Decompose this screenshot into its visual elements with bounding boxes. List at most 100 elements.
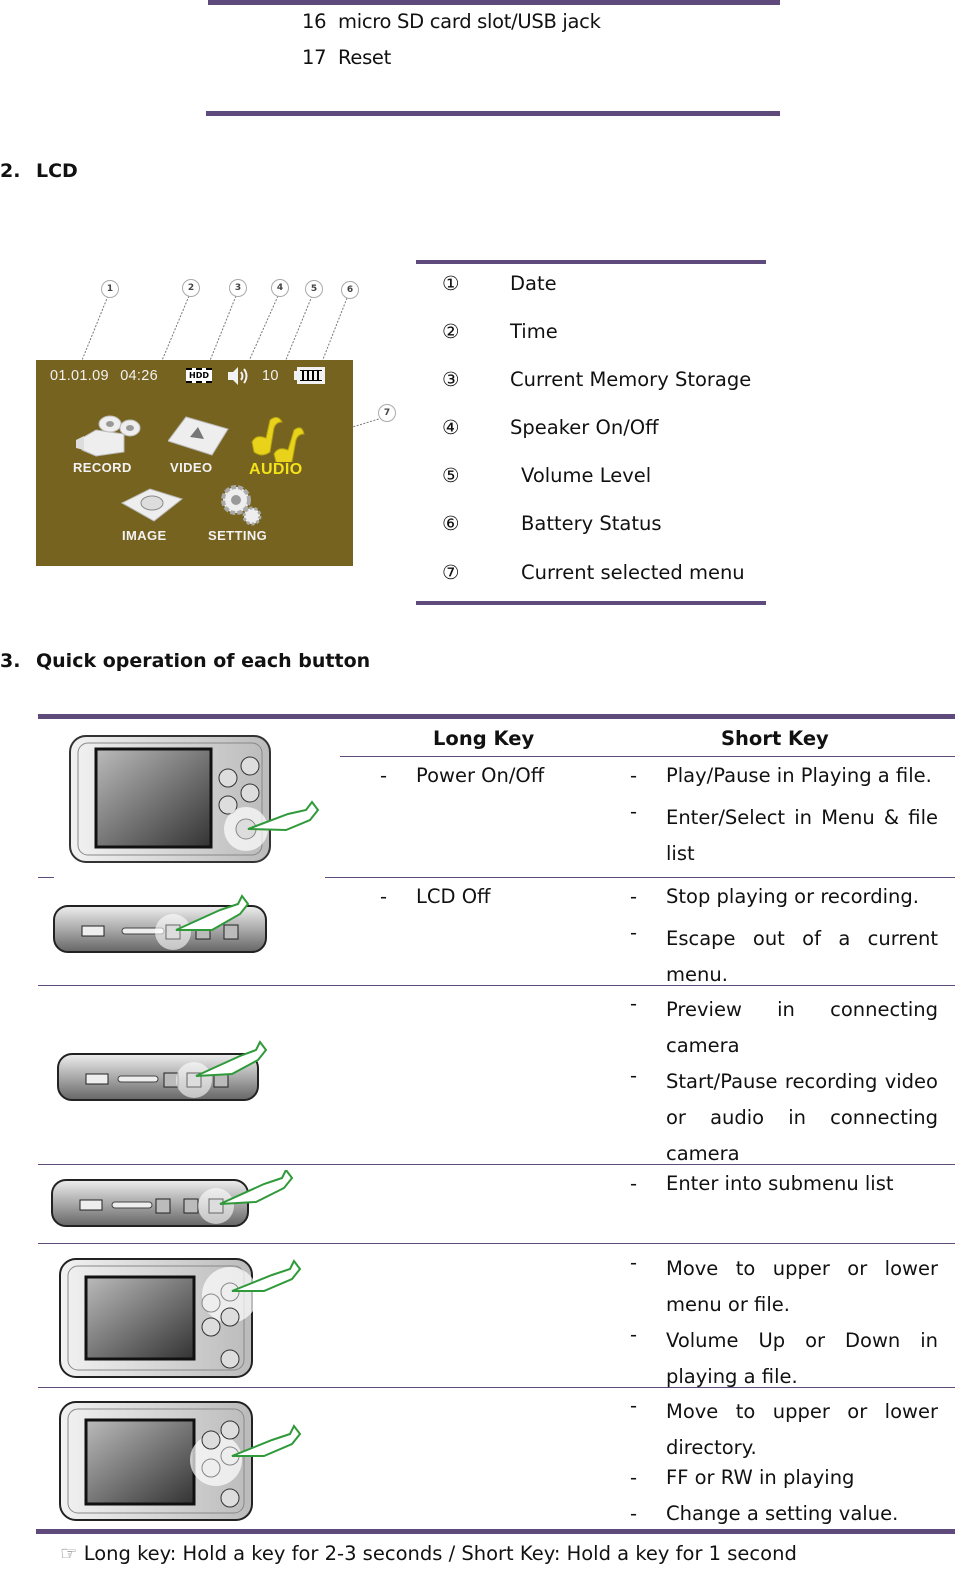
film-icon <box>168 416 229 456</box>
short-key-action: Move to upper or lower menu or file. <box>666 1257 938 1316</box>
video-camera-icon <box>76 415 141 457</box>
bullet: - <box>380 885 388 908</box>
section-number: 2. <box>0 160 21 182</box>
lcd-screen: 01.01.09 04:26 HDD 10 RECORD VIDEO AUDIO… <box>36 360 353 566</box>
table-top-rule <box>38 714 955 719</box>
short-key-action: Enter into submenu list <box>666 1172 894 1195</box>
legend-label: Current Memory Storage <box>510 368 752 391</box>
row-rule <box>325 877 955 878</box>
legend-item-selected-menu: ⑦ Current selected menu <box>442 561 745 584</box>
bullet: - <box>630 885 638 908</box>
legend-marker: ③ <box>442 368 460 391</box>
bullet: - <box>630 1466 638 1489</box>
legend-marker: ② <box>442 320 460 343</box>
column-header-short-key: Short Key <box>721 727 829 750</box>
bullet: - <box>630 921 638 944</box>
pointing-hand-icon: ☞ <box>60 1542 78 1565</box>
lcd-status-bar: 01.01.09 04:26 <box>50 368 158 384</box>
leader-line-2 <box>157 295 190 371</box>
short-key-action: Move to upper or lower directory. <box>666 1400 938 1459</box>
callout-7: 7 <box>378 404 396 422</box>
menu-label-record: RECORD <box>73 460 132 475</box>
callout-2: 2 <box>182 279 200 297</box>
short-key-action: Stop playing or recording. <box>666 885 919 908</box>
short-key-action: Volume Up or Down in playing a file. <box>666 1329 938 1388</box>
column-header-long-key: Long Key <box>433 727 535 750</box>
device-front-play-button-image <box>69 735 320 863</box>
music-note-icon <box>251 416 305 462</box>
header-rule <box>340 756 955 757</box>
device-front-volume-buttons-image <box>59 1258 302 1378</box>
bullet: - <box>380 764 388 787</box>
short-key-action: Enter/Select in Menu & file list <box>666 806 938 865</box>
device-side-record-button-image <box>57 1040 268 1101</box>
legend-item-battery: ⑥ Battery Status <box>442 512 662 535</box>
legend-label: Volume Level <box>521 464 652 487</box>
callout-4: 4 <box>271 279 289 297</box>
table-row: 16 micro SD card slot/USB jack <box>302 10 601 33</box>
section-number: 3. <box>0 650 21 672</box>
table-bottom-rule <box>36 1529 955 1534</box>
legend-label: Battery Status <box>521 512 662 535</box>
section-title: Quick operation of each button <box>36 650 371 672</box>
legend-label: Speaker On/Off <box>510 416 659 439</box>
camera-icon <box>120 488 184 522</box>
bullet: - <box>630 800 638 823</box>
leader-line-5 <box>282 295 313 368</box>
bullet: - <box>630 992 638 1015</box>
callout-6: 6 <box>341 281 359 299</box>
menu-label-setting: SETTING <box>208 528 268 543</box>
part-number: 16 <box>302 10 327 33</box>
lcd-time: 04:26 <box>120 368 158 384</box>
speaker-icon <box>228 367 248 385</box>
short-key-action: Start/Pause recording video or audio in … <box>666 1070 938 1165</box>
short-key-action: FF or RW in playing <box>666 1466 855 1489</box>
legend-marker: ⑤ <box>442 464 460 487</box>
menu-label-image: IMAGE <box>122 528 167 543</box>
menu-label-audio-selected: AUDIO <box>249 461 303 478</box>
long-key-action: LCD Off <box>416 885 491 908</box>
bullet: - <box>630 1172 638 1195</box>
hdd-label: HDD <box>189 371 209 380</box>
bullet: - <box>630 1502 638 1525</box>
callout-5: 5 <box>305 280 323 298</box>
footnote: ☞ Long key: Hold a key for 2-3 seconds /… <box>60 1542 797 1565</box>
callout-3: 3 <box>229 279 247 297</box>
leader-line-4 <box>244 295 279 371</box>
short-key-action: Play/Pause in Playing a file. <box>666 764 932 787</box>
table-top-rule <box>208 0 780 5</box>
footnote-text: Long key: Hold a key for 2-3 seconds / S… <box>83 1542 797 1565</box>
legend-label: Time <box>510 320 558 343</box>
bullet: - <box>630 764 638 787</box>
legend-item-storage: ③ Current Memory Storage <box>442 368 751 391</box>
short-key-action: Escape out of a current menu. <box>666 927 938 986</box>
legend-label: Date <box>510 272 557 295</box>
short-key-action: Preview in connecting camera <box>666 998 938 1057</box>
legend-item-date: ① Date <box>442 272 557 295</box>
legend-bottom-rule <box>416 601 766 605</box>
long-key-action: Power On/Off <box>416 764 545 787</box>
lcd-date: 01.01.09 <box>50 368 109 384</box>
short-key-action: Change a setting value. <box>666 1502 899 1525</box>
bullet: - <box>630 1323 638 1346</box>
legend-marker: ① <box>442 272 460 295</box>
part-label: micro SD card slot/USB jack <box>338 10 601 33</box>
part-label: Reset <box>338 46 391 69</box>
leader-line-6 <box>319 297 348 368</box>
legend-top-rule <box>416 260 766 264</box>
legend-item-volume: ⑤ Volume Level <box>442 464 651 487</box>
menu-label-video: VIDEO <box>170 460 213 475</box>
section-heading-buttons: 3. Quick operation of each button <box>0 650 370 672</box>
bullet: - <box>630 1394 638 1417</box>
bullet: - <box>630 1064 638 1087</box>
callout-1: 1 <box>101 280 119 298</box>
table-row: 17 Reset <box>302 46 391 69</box>
device-side-stop-button-image <box>53 894 267 953</box>
part-number: 17 <box>302 46 327 69</box>
section-title: LCD <box>36 160 78 182</box>
table-bottom-rule <box>206 111 780 116</box>
section-heading-lcd: 2. LCD <box>0 160 78 182</box>
device-front-ff-rw-buttons-image <box>59 1401 302 1521</box>
legend-item-speaker: ④ Speaker On/Off <box>442 416 659 439</box>
lcd-volume: 10 <box>262 368 279 384</box>
